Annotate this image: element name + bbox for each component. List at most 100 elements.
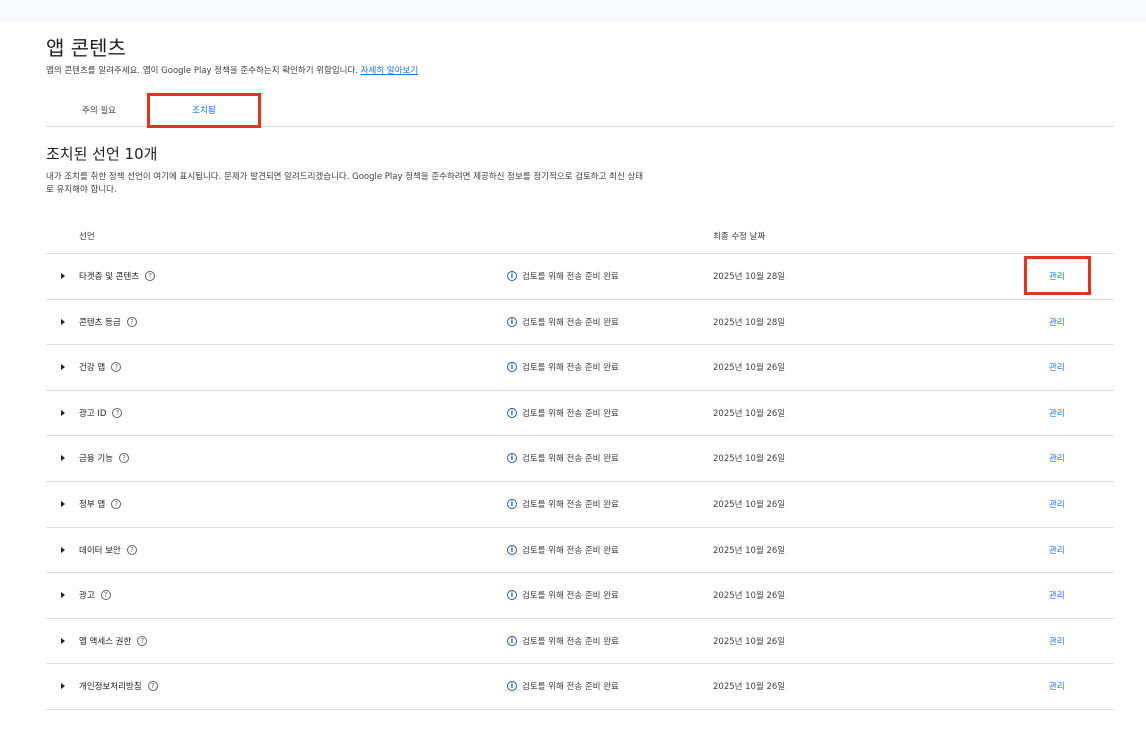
status-cell: i 검토를 위해 전송 준비 완료 xyxy=(507,544,619,556)
declaration-cell: 타겟층 및 콘텐츠? xyxy=(79,270,156,282)
expand-caret-icon[interactable] xyxy=(61,500,65,507)
declaration-name: 콘텐츠 등급 xyxy=(79,317,121,328)
header-last-modified: 최종 수정 날짜 xyxy=(713,232,766,242)
table-row: 데이터 보안? i 검토를 위해 전송 준비 완료 2025년 10월 26일 관리 xyxy=(46,528,1114,574)
manage-link[interactable]: 관리 xyxy=(1049,544,1065,556)
expand-caret-icon[interactable] xyxy=(61,409,65,416)
last-modified-date: 2025년 10월 26일 xyxy=(713,636,786,647)
help-icon[interactable]: ? xyxy=(111,362,122,373)
page-subtitle: 앱의 콘텐츠를 알려주세요. 앱이 Google Play 정책을 준수하는지 … xyxy=(46,64,418,76)
status-text: 검토를 위해 전송 준비 완료 xyxy=(522,408,619,419)
table-row: 콘텐츠 등급? i 검토를 위해 전송 준비 완료 2025년 10월 28일 관리 xyxy=(46,300,1114,346)
status-cell: i 검토를 위해 전송 준비 완료 xyxy=(507,270,619,282)
expand-caret-icon[interactable] xyxy=(61,273,65,279)
table-row: 개인정보처리방침? i 검토를 위해 전송 준비 완료 2025년 10월 26일 관리 xyxy=(46,664,1114,710)
info-icon: i xyxy=(507,498,517,509)
manage-highlight-box xyxy=(1024,256,1091,295)
table-row: 타겟층 및 콘텐츠? i 검토를 위해 전송 준비 완료 2025년 10월 28일 관… xyxy=(46,254,1114,300)
expand-caret-icon[interactable] xyxy=(61,592,65,599)
status-text: 검토를 위해 전송 준비 완료 xyxy=(522,454,619,465)
declaration-cell: 광고? xyxy=(79,589,111,601)
table-header: 선언 최종 수정 날짜 xyxy=(46,218,1114,254)
help-icon[interactable]: ? xyxy=(126,316,137,327)
status-cell: i 검토를 위해 전송 준비 완료 xyxy=(507,635,619,647)
manage-link[interactable]: 관리 xyxy=(1049,680,1065,692)
declaration-name: 광고 ID xyxy=(79,408,107,419)
declaration-cell: 개인정보처리방침? xyxy=(79,680,158,692)
help-icon[interactable]: ? xyxy=(100,590,111,601)
status-text: 검토를 위해 전송 준비 완료 xyxy=(522,591,619,602)
manage-link[interactable]: 관리 xyxy=(1049,635,1065,647)
manage-link[interactable]: 관리 xyxy=(1049,589,1065,601)
status-text: 검토를 위해 전송 준비 완료 xyxy=(522,317,619,328)
declaration-name: 앱 액세스 권한 xyxy=(79,636,132,647)
status-text: 검토를 위해 전송 준비 완료 xyxy=(522,636,619,647)
help-icon[interactable]: ? xyxy=(126,544,137,555)
declaration-name: 정부 앱 xyxy=(79,499,106,510)
manage-link[interactable]: 관리 xyxy=(1049,452,1065,464)
declaration-name: 데이터 보안 xyxy=(79,545,121,556)
top-bar xyxy=(0,0,1146,22)
last-modified-date: 2025년 10월 26일 xyxy=(713,545,786,556)
status-cell: i 검토를 위해 전송 준비 완료 xyxy=(507,361,619,373)
table-row: 건강 앱? i 검토를 위해 전송 준비 완료 2025년 10월 26일 관리 xyxy=(46,345,1114,391)
status-text: 검토를 위해 전송 준비 완료 xyxy=(522,272,619,282)
page-title: 앱 콘텐츠 xyxy=(46,36,126,60)
info-icon: i xyxy=(507,407,517,418)
expand-caret-icon[interactable] xyxy=(61,637,65,644)
help-icon[interactable]: ? xyxy=(111,498,122,509)
status-text: 검토를 위해 전송 준비 완료 xyxy=(522,682,619,693)
declaration-name: 금융 기능 xyxy=(79,454,113,465)
help-icon[interactable]: ? xyxy=(145,271,156,281)
help-icon[interactable]: ? xyxy=(112,407,123,418)
declaration-name: 건강 앱 xyxy=(79,363,106,374)
info-icon: i xyxy=(507,271,517,281)
table-row: 금융 기능? i 검토를 위해 전송 준비 완료 2025년 10월 26일 관리 xyxy=(46,436,1114,482)
info-icon: i xyxy=(507,453,517,464)
last-modified-date: 2025년 10월 26일 xyxy=(713,454,786,465)
learn-more-link[interactable]: 자세히 알아보기 xyxy=(361,66,418,76)
last-modified-date: 2025년 10월 26일 xyxy=(713,363,786,374)
expand-caret-icon[interactable] xyxy=(61,455,65,462)
status-cell: i 검토를 위해 전송 준비 완료 xyxy=(507,452,619,464)
table-row: 광고? i 검토를 위해 전송 준비 완료 2025년 10월 26일 관리 xyxy=(46,573,1114,619)
help-icon[interactable]: ? xyxy=(118,453,129,464)
table-row: 광고 ID? i 검토를 위해 전송 준비 완료 2025년 10월 26일 관리 xyxy=(46,391,1114,437)
info-icon: i xyxy=(507,635,517,646)
last-modified-date: 2025년 10월 28일 xyxy=(713,272,786,282)
status-cell: i 검토를 위해 전송 준비 완료 xyxy=(507,680,619,692)
declaration-cell: 콘텐츠 등급? xyxy=(79,316,137,328)
status-cell: i 검토를 위해 전송 준비 완료 xyxy=(507,589,619,601)
manage-link[interactable]: 관리 xyxy=(1049,407,1065,419)
table-row: 앱 액세스 권한? i 검토를 위해 전송 준비 완료 2025년 10월 26일 관리 xyxy=(46,619,1114,665)
info-icon: i xyxy=(507,681,517,692)
help-icon[interactable]: ? xyxy=(147,681,158,692)
status-text: 검토를 위해 전송 준비 완료 xyxy=(522,499,619,510)
help-icon[interactable]: ? xyxy=(137,635,148,646)
expand-caret-icon[interactable] xyxy=(61,364,65,371)
header-declaration: 선언 xyxy=(79,232,95,242)
status-cell: i 검토를 위해 전송 준비 완료 xyxy=(507,316,619,328)
status-cell: i 검토를 위해 전송 준비 완료 xyxy=(507,498,619,510)
last-modified-date: 2025년 10월 28일 xyxy=(713,317,786,328)
declaration-cell: 광고 ID? xyxy=(79,407,123,419)
manage-link[interactable]: 관리 xyxy=(1049,498,1065,510)
expand-caret-icon[interactable] xyxy=(61,318,65,325)
table-body: 타겟층 및 콘텐츠? i 검토를 위해 전송 준비 완료 2025년 10월 28일 관… xyxy=(46,254,1114,710)
declaration-name: 광고 xyxy=(79,591,95,602)
tab-highlight-box xyxy=(147,93,261,128)
subtitle-text: 앱의 콘텐츠를 알려주세요. 앱이 Google Play 정책을 준수하는지 … xyxy=(46,66,359,76)
last-modified-date: 2025년 10월 26일 xyxy=(713,591,786,602)
expand-caret-icon[interactable] xyxy=(61,683,65,690)
declaration-cell: 건강 앱? xyxy=(79,361,122,374)
expand-caret-icon[interactable] xyxy=(61,546,65,553)
status-text: 검토를 위해 전송 준비 완료 xyxy=(522,545,619,556)
tab-action-required[interactable]: 주의 필요 xyxy=(64,96,134,126)
manage-link[interactable]: 관리 xyxy=(1049,361,1065,373)
declaration-name: 개인정보처리방침 xyxy=(79,682,142,693)
manage-link[interactable]: 관리 xyxy=(1049,316,1065,328)
declaration-cell: 정부 앱? xyxy=(79,498,122,510)
declarations-table: 선언 최종 수정 날짜 타겟층 및 콘텐츠? i 검토를 위해 전송 준비 완료 20… xyxy=(46,218,1114,710)
status-cell: i 검토를 위해 전송 준비 완료 xyxy=(507,407,619,419)
info-icon: i xyxy=(507,590,517,601)
